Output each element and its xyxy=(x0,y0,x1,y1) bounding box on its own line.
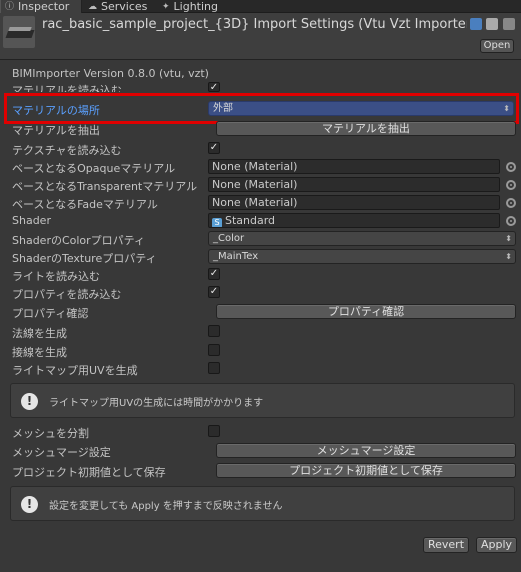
lightmap-info-text: ライトマップ用UVの生成には時間がかかります xyxy=(49,398,264,409)
apply-button[interactable]: Apply xyxy=(476,537,517,553)
import-lights-checkbox[interactable]: ✓ xyxy=(208,268,220,280)
generate-tangents-label: 接線を生成 xyxy=(12,346,67,359)
generate-normals-label: 法線を生成 xyxy=(12,327,67,340)
generate-normals-checkbox[interactable] xyxy=(208,325,220,337)
material-location-dropdown[interactable]: 外部 ⬍ xyxy=(208,101,514,116)
import-settings-body: BIMImporter Version 0.8.0 (vtu, vzt) マテリ… xyxy=(0,61,521,572)
material-location-label: マテリアルの場所 xyxy=(12,104,100,117)
texture-property-value: _MainTex xyxy=(213,251,259,262)
extract-materials-label: マテリアルを抽出 xyxy=(12,124,100,137)
lightbulb-icon: ✦ xyxy=(162,1,170,12)
generate-tangents-checkbox[interactable] xyxy=(208,344,220,356)
tab-inspector[interactable]: ⓘ Inspector xyxy=(0,0,82,13)
split-mesh-checkbox[interactable] xyxy=(208,425,220,437)
import-materials-label: マテリアルを読み込む xyxy=(12,84,122,92)
apply-info-box: ! 設定を変更しても Apply を押すまで反映されません xyxy=(10,486,515,521)
import-properties-label: プロパティを読み込む xyxy=(12,288,122,301)
dropdown-arrows-icon: ⬍ xyxy=(503,104,510,113)
shader-label: Shader xyxy=(12,214,51,227)
opaque-material-field[interactable]: None (Material) xyxy=(208,159,500,174)
transparent-material-field[interactable]: None (Material) xyxy=(208,177,500,192)
material-location-value: 外部 xyxy=(213,103,233,114)
dropdown-arrows-icon: ⬍ xyxy=(505,252,512,261)
object-picker-icon[interactable] xyxy=(506,216,516,226)
fade-material-label: ベースとなるFadeマテリアル xyxy=(12,198,158,211)
tab-lighting[interactable]: ✦ Lighting xyxy=(158,0,232,13)
tab-services[interactable]: ☁ Services xyxy=(84,0,158,13)
asset-title: rac_basic_sample_project_{3D} Import Set… xyxy=(42,17,467,32)
generate-lightmap-uv-label: ライトマップ用UVを生成 xyxy=(12,364,138,377)
preset-icon[interactable] xyxy=(486,18,498,30)
object-picker-icon[interactable] xyxy=(506,198,516,208)
color-property-dropdown[interactable]: _Color ⬍ xyxy=(208,231,516,246)
generate-lightmap-uv-checkbox[interactable] xyxy=(208,362,220,374)
inspector-window: ⓘ Inspector ☁ Services ✦ Lighting rac_ba… xyxy=(0,0,521,572)
shader-field[interactable]: S Standard xyxy=(208,213,500,228)
asset-thumbnail xyxy=(3,16,35,48)
tab-inspector-label: Inspector xyxy=(18,0,70,13)
split-mesh-label: メッシュを分割 xyxy=(12,427,89,440)
object-picker-icon[interactable] xyxy=(506,180,516,190)
shader-icon: S xyxy=(212,218,222,227)
help-icon[interactable] xyxy=(470,18,482,30)
import-properties-checkbox[interactable]: ✓ xyxy=(208,286,220,298)
mesh-merge-label: メッシュマージ設定 xyxy=(12,446,111,459)
opaque-material-label: ベースとなるOpaqueマテリアル xyxy=(12,162,176,175)
transparent-material-label: ベースとなるTransparentマテリアル xyxy=(12,180,198,193)
check-properties-button[interactable]: プロパティ確認 xyxy=(216,304,516,319)
import-textures-label: テクスチャを読み込む xyxy=(12,144,122,157)
revert-button[interactable]: Revert xyxy=(423,537,469,553)
dropdown-arrows-icon: ⬍ xyxy=(505,234,512,243)
lightmap-info-box: ! ライトマップ用UVの生成には時間がかかります xyxy=(10,383,515,418)
color-property-value: _Color xyxy=(213,233,245,244)
open-button[interactable]: Open xyxy=(480,39,514,53)
importer-version-label: BIMImporter Version 0.8.0 (vtu, vzt) xyxy=(12,67,209,80)
extract-materials-button[interactable]: マテリアルを抽出 xyxy=(216,121,516,136)
cloud-icon: ☁ xyxy=(88,1,97,12)
shader-value: Standard xyxy=(225,214,276,227)
import-lights-label: ライトを読み込む xyxy=(12,270,100,283)
settings-gear-icon[interactable] xyxy=(503,18,515,30)
mesh-merge-button[interactable]: メッシュマージ設定 xyxy=(216,443,516,458)
save-default-button[interactable]: プロジェクト初期値として保存 xyxy=(216,463,516,478)
save-default-label: プロジェクト初期値として保存 xyxy=(12,466,166,479)
info-icon: ⓘ xyxy=(5,1,15,12)
info-icon: ! xyxy=(21,393,38,410)
tab-lighting-label: Lighting xyxy=(173,0,219,13)
info-icon: ! xyxy=(21,496,38,513)
fade-material-field[interactable]: None (Material) xyxy=(208,195,500,210)
texture-property-label: ShaderのTextureプロパティ xyxy=(12,252,157,265)
apply-info-text: 設定を変更しても Apply を押すまで反映されません xyxy=(49,501,283,512)
texture-property-dropdown[interactable]: _MainTex ⬍ xyxy=(208,249,516,264)
import-textures-checkbox[interactable]: ✓ xyxy=(208,142,220,154)
color-property-label: ShaderのColorプロパティ xyxy=(12,234,146,247)
tab-services-label: Services xyxy=(101,0,148,13)
object-picker-icon[interactable] xyxy=(506,162,516,172)
check-properties-label: プロパティ確認 xyxy=(12,307,89,320)
import-materials-checkbox[interactable]: ✓ xyxy=(208,82,220,93)
tab-bar: ⓘ Inspector ☁ Services ✦ Lighting xyxy=(0,0,521,13)
